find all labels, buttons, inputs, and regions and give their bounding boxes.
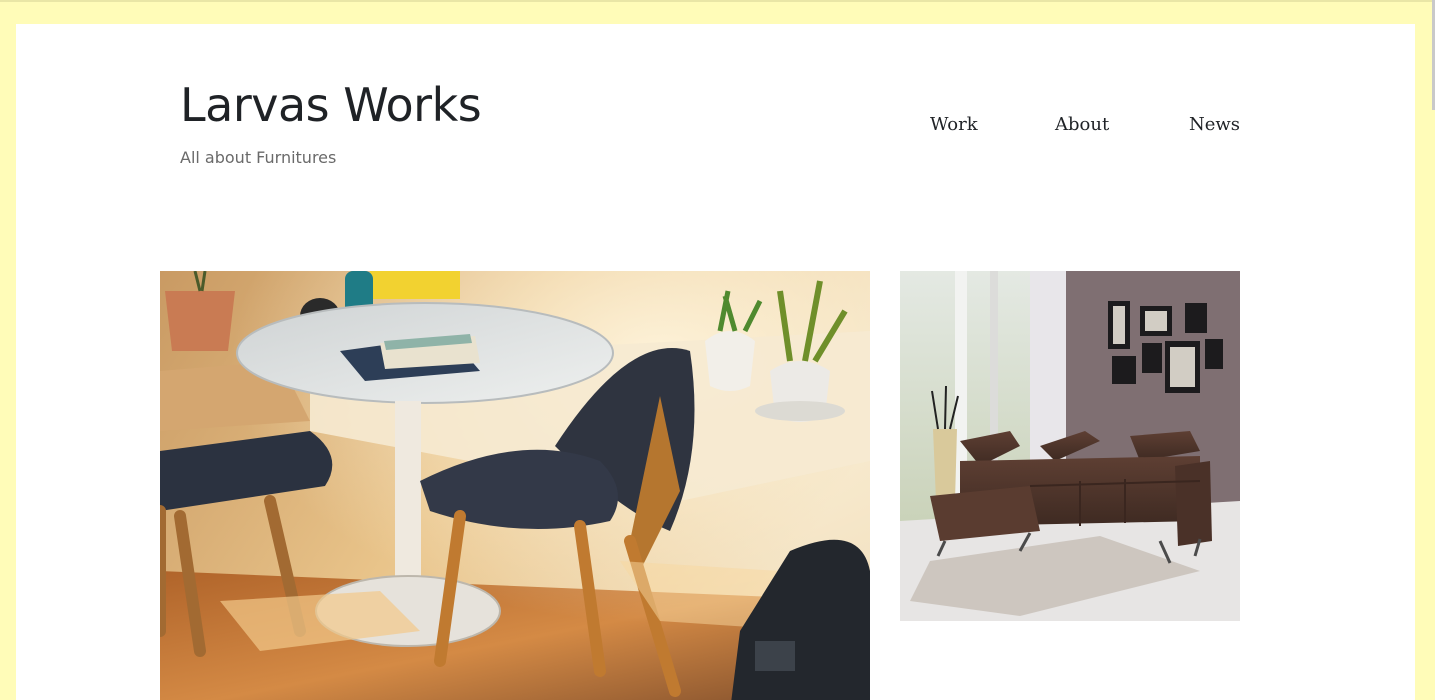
site-tagline: All about Furnitures <box>180 148 337 167</box>
dining-table-image <box>160 271 870 700</box>
sofa-image <box>900 271 1240 621</box>
main-nav: Work About News <box>16 114 1415 138</box>
nav-item-work[interactable]: Work <box>930 114 978 135</box>
photo-sectional-sofa[interactable] <box>900 271 1240 621</box>
nav-item-about[interactable]: About <box>1055 114 1109 135</box>
nav-item-news[interactable]: News <box>1189 114 1240 135</box>
photo-dining-table[interactable] <box>160 271 870 700</box>
page-container: Larvas Works All about Furnitures Work A… <box>16 24 1415 700</box>
window-top-border <box>0 0 1435 2</box>
